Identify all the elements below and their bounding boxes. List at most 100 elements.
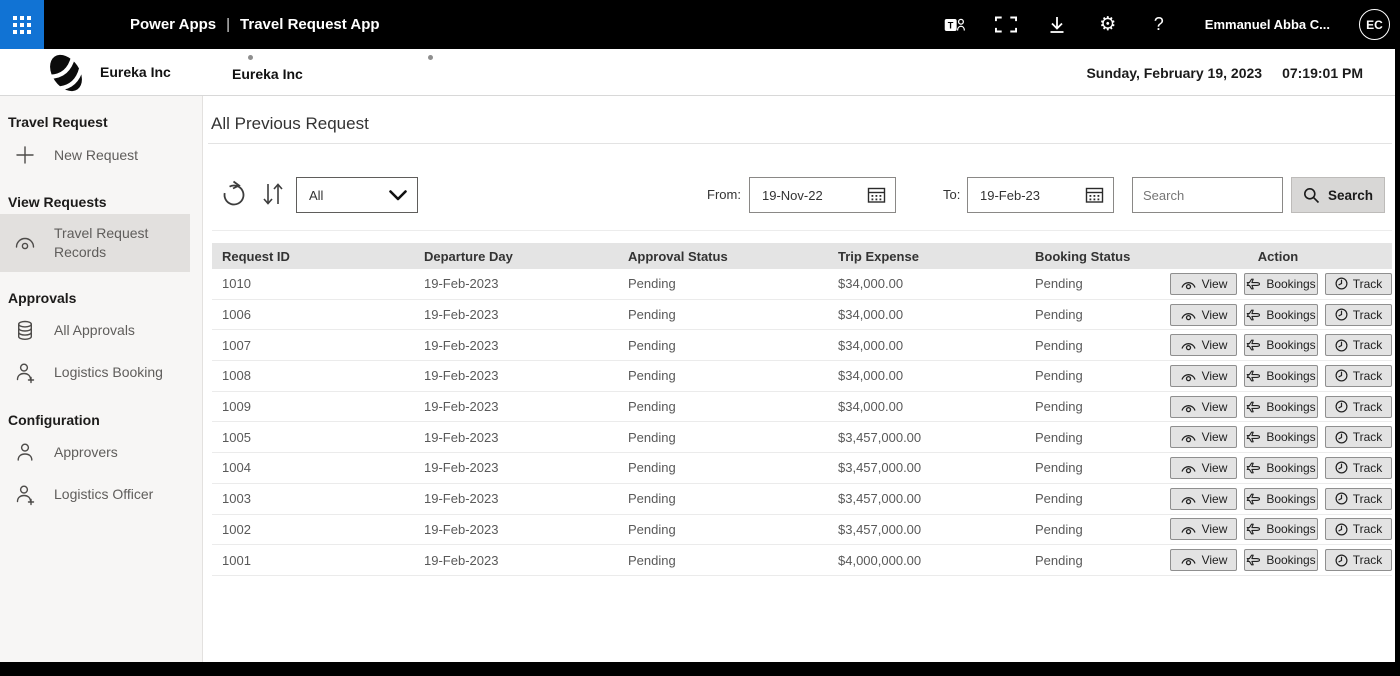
waffle-icon: [13, 16, 31, 34]
filter-toolbar: All From: 19-Nov-22 To: 19-Feb-23: [212, 144, 1392, 231]
view-icon: [1180, 401, 1197, 413]
track-button[interactable]: Track: [1325, 304, 1392, 326]
user-name-label[interactable]: Emmanuel Abba C...: [1205, 17, 1330, 32]
view-button[interactable]: View: [1170, 365, 1237, 387]
track-button[interactable]: Track: [1325, 457, 1392, 479]
bottom-bar: [0, 662, 1400, 676]
view-button[interactable]: View: [1170, 488, 1237, 510]
cell-approval-status: Pending: [618, 430, 828, 445]
action-cell: View Bookings Track: [1164, 488, 1392, 510]
bookings-button[interactable]: Bookings: [1244, 549, 1318, 571]
track-button[interactable]: Track: [1325, 549, 1392, 571]
action-cell: View Bookings Track: [1164, 549, 1392, 571]
table-row: 1009 19-Feb-2023 Pending $34,000.00 Pend…: [212, 392, 1392, 423]
sidebar-item-approvers[interactable]: Approvers: [0, 432, 190, 474]
fullscreen-icon[interactable]: [995, 14, 1017, 36]
view-button[interactable]: View: [1170, 334, 1237, 356]
col-request-id: Request ID: [212, 249, 414, 264]
search-button-label: Search: [1328, 188, 1373, 203]
track-button[interactable]: Track: [1325, 365, 1392, 387]
from-date-input[interactable]: 19-Nov-22: [749, 177, 896, 213]
track-button[interactable]: Track: [1325, 426, 1392, 448]
view-button[interactable]: View: [1170, 549, 1237, 571]
cell-booking-status: Pending: [1025, 491, 1164, 506]
search-button[interactable]: Search: [1291, 177, 1385, 213]
airplane-icon: [1246, 523, 1261, 535]
calendar-icon: [1085, 186, 1104, 204]
right-edge-strip: [1395, 0, 1400, 676]
track-button[interactable]: Track: [1325, 334, 1392, 356]
app-launcher-button[interactable]: [0, 0, 44, 49]
sidebar-section-travel-request: Travel Request: [0, 96, 202, 134]
cell-trip-expense: $34,000.00: [828, 338, 1025, 353]
bookings-button[interactable]: Bookings: [1244, 457, 1318, 479]
bookings-button[interactable]: Bookings: [1244, 304, 1318, 326]
cell-departure-day: 19-Feb-2023: [414, 522, 618, 537]
table-row: 1008 19-Feb-2023 Pending $34,000.00 Pend…: [212, 361, 1392, 392]
bookings-button[interactable]: Bookings: [1244, 365, 1318, 387]
view-button[interactable]: View: [1170, 518, 1237, 540]
table-row: 1002 19-Feb-2023 Pending $3,457,000.00 P…: [212, 515, 1392, 546]
refresh-icon[interactable]: [220, 180, 248, 208]
cell-trip-expense: $3,457,000.00: [828, 522, 1025, 537]
to-date-input[interactable]: 19-Feb-23: [967, 177, 1114, 213]
bookings-button[interactable]: Bookings: [1244, 396, 1318, 418]
cell-approval-status: Pending: [618, 338, 828, 353]
view-button[interactable]: View: [1170, 304, 1237, 326]
cell-booking-status: Pending: [1025, 399, 1164, 414]
cell-departure-day: 19-Feb-2023: [414, 491, 618, 506]
sidebar-item-travel-request-records[interactable]: Travel Request Records: [0, 214, 190, 272]
bookings-button[interactable]: Bookings: [1244, 518, 1318, 540]
view-button[interactable]: View: [1170, 426, 1237, 448]
cell-approval-status: Pending: [618, 276, 828, 291]
teams-icon[interactable]: T: [944, 14, 966, 36]
sidebar-item-label: Travel Request Records: [54, 224, 186, 262]
track-button[interactable]: Track: [1325, 518, 1392, 540]
cell-approval-status: Pending: [618, 307, 828, 322]
cell-approval-status: Pending: [618, 491, 828, 506]
avatar[interactable]: EC: [1359, 9, 1390, 40]
track-button[interactable]: Track: [1325, 396, 1392, 418]
handle-dot: [248, 55, 253, 60]
view-button[interactable]: View: [1170, 457, 1237, 479]
database-icon: [14, 320, 36, 342]
sidebar-nav: Travel Request New Request View Requests…: [0, 96, 203, 662]
search-input[interactable]: [1132, 177, 1283, 213]
clock-icon: [1335, 431, 1348, 444]
cell-trip-expense: $34,000.00: [828, 307, 1025, 322]
view-button[interactable]: View: [1170, 273, 1237, 295]
app-name-label: Travel Request App: [240, 16, 379, 33]
settings-gear-icon[interactable]: ⚙: [1097, 14, 1119, 36]
view-button[interactable]: View: [1170, 396, 1237, 418]
view-icon: [1180, 493, 1197, 505]
bookings-button[interactable]: Bookings: [1244, 334, 1318, 356]
app-title: Power Apps | Travel Request App: [130, 0, 380, 49]
sidebar-item-logistics-booking[interactable]: Logistics Booking: [0, 352, 190, 394]
track-button[interactable]: Track: [1325, 488, 1392, 510]
bookings-button[interactable]: Bookings: [1244, 273, 1318, 295]
col-booking-status: Booking Status: [1025, 249, 1164, 264]
help-icon[interactable]: ?: [1148, 14, 1170, 36]
airplane-icon: [1246, 278, 1261, 290]
airplane-icon: [1246, 493, 1261, 505]
eureka-logo: [42, 50, 90, 96]
svg-text:T: T: [948, 20, 954, 30]
cell-departure-day: 19-Feb-2023: [414, 460, 618, 475]
cell-request-id: 1008: [212, 368, 414, 383]
bookings-button[interactable]: Bookings: [1244, 488, 1318, 510]
sidebar-item-new-request[interactable]: New Request: [0, 134, 190, 176]
sidebar-item-logistics-officer[interactable]: Logistics Officer: [0, 474, 190, 516]
table-row: 1005 19-Feb-2023 Pending $3,457,000.00 P…: [212, 422, 1392, 453]
track-button[interactable]: Track: [1325, 273, 1392, 295]
cell-departure-day: 19-Feb-2023: [414, 276, 618, 291]
from-label: From:: [707, 187, 741, 202]
sidebar-item-all-approvals[interactable]: All Approvals: [0, 310, 190, 352]
bookings-button[interactable]: Bookings: [1244, 426, 1318, 448]
download-icon[interactable]: [1046, 14, 1068, 36]
sort-icon[interactable]: [260, 180, 286, 208]
cell-booking-status: Pending: [1025, 460, 1164, 475]
cell-departure-day: 19-Feb-2023: [414, 338, 618, 353]
status-filter-dropdown[interactable]: All: [296, 177, 418, 213]
cell-request-id: 1002: [212, 522, 414, 537]
cell-request-id: 1001: [212, 553, 414, 568]
